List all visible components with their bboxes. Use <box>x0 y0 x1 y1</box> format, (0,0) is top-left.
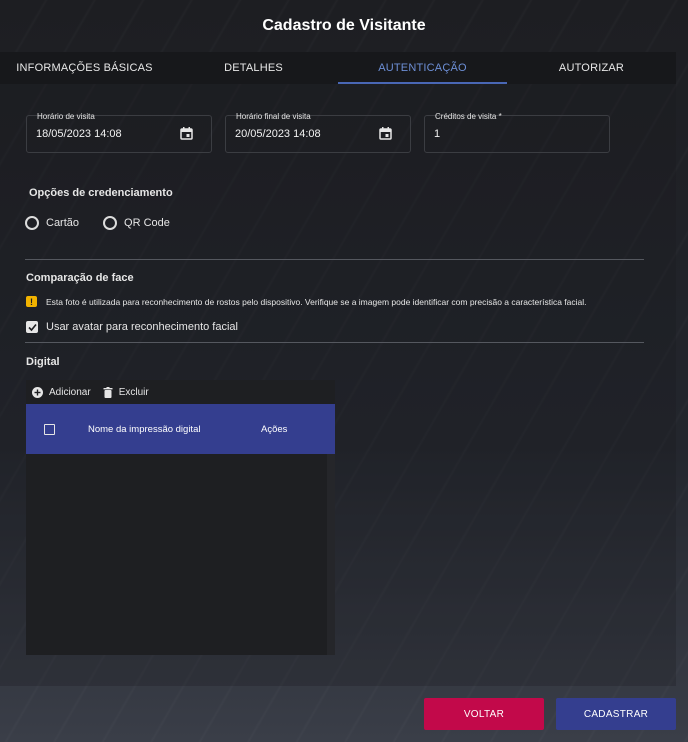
credentialing-options: Cartão QR Code <box>25 216 194 230</box>
visit-end-field[interactable]: Horário final de visita 20/05/2023 14:08 <box>225 112 411 153</box>
tab-authentication[interactable]: AUTENTICAÇÃO <box>338 52 507 84</box>
avatar-checkbox-label[interactable]: Usar avatar para reconhecimento facial <box>46 321 238 333</box>
avatar-checkbox-row: Usar avatar para reconhecimento facial <box>26 321 238 333</box>
calendar-icon[interactable] <box>180 127 193 140</box>
add-button-label: Adicionar <box>49 386 91 398</box>
radio-card[interactable] <box>25 216 39 230</box>
visit-end-value: 20/05/2023 14:08 <box>235 128 321 140</box>
digital-title: Digital <box>26 356 60 368</box>
fingerprint-table: Adicionar Excluir Nome da impressão digi… <box>26 380 335 655</box>
radio-card-label[interactable]: Cartão <box>46 217 79 229</box>
tab-details[interactable]: DETALHES <box>169 52 338 84</box>
back-button[interactable]: VOLTAR <box>424 698 544 730</box>
avatar-checkbox[interactable] <box>26 321 38 333</box>
visit-start-label: Horário de visita <box>37 112 95 121</box>
select-all-checkbox[interactable] <box>44 423 55 435</box>
radio-qrcode-label[interactable]: QR Code <box>124 217 170 229</box>
tab-bar: INFORMAÇÕES BÁSICAS DETALHES AUTENTICAÇÃ… <box>0 52 676 84</box>
column-header-actions: Ações <box>261 423 288 435</box>
face-warning-text: Esta foto é utilizada para reconheciment… <box>46 296 587 307</box>
visit-credits-value: 1 <box>434 128 441 140</box>
tab-authorize[interactable]: AUTORIZAR <box>507 52 676 84</box>
column-header-fingerprint-name[interactable]: Nome da impressão digital <box>88 424 261 435</box>
visit-credits-field[interactable]: Créditos de visita * 1 <box>424 112 610 153</box>
visit-start-field[interactable]: Horário de visita 18/05/2023 14:08 <box>26 112 212 153</box>
calendar-icon[interactable] <box>379 127 392 140</box>
delete-button[interactable]: Excluir <box>103 386 149 398</box>
table-toolbar: Adicionar Excluir <box>26 380 335 404</box>
add-button[interactable]: Adicionar <box>32 386 91 398</box>
check-icon <box>27 323 37 331</box>
visit-start-value: 18/05/2023 14:08 <box>36 128 122 140</box>
credentialing-title: Opções de credenciamento <box>29 187 173 199</box>
divider <box>25 342 644 343</box>
face-comparison-title: Comparação de face <box>26 272 134 284</box>
delete-button-label: Excluir <box>118 386 149 398</box>
radio-qrcode[interactable] <box>103 216 118 230</box>
warning-icon: ! <box>26 296 37 307</box>
page-title: Cadastro de Visitante <box>262 17 426 34</box>
visit-end-label: Horário final de visita <box>236 112 311 121</box>
register-button[interactable]: CADASTRAR <box>556 698 676 730</box>
face-warning: ! Esta foto é utilizada para reconhecime… <box>26 296 587 307</box>
visit-credits-label: Créditos de visita * <box>435 112 502 121</box>
footer-bar: VOLTAR CADASTRAR <box>0 686 688 742</box>
table-scrollbar[interactable] <box>327 454 335 655</box>
table-header: Nome da impressão digital Ações <box>26 404 335 454</box>
divider <box>25 259 644 260</box>
add-circle-icon <box>32 386 43 398</box>
trash-icon <box>103 386 113 398</box>
tab-basic-info[interactable]: INFORMAÇÕES BÁSICAS <box>0 52 169 84</box>
